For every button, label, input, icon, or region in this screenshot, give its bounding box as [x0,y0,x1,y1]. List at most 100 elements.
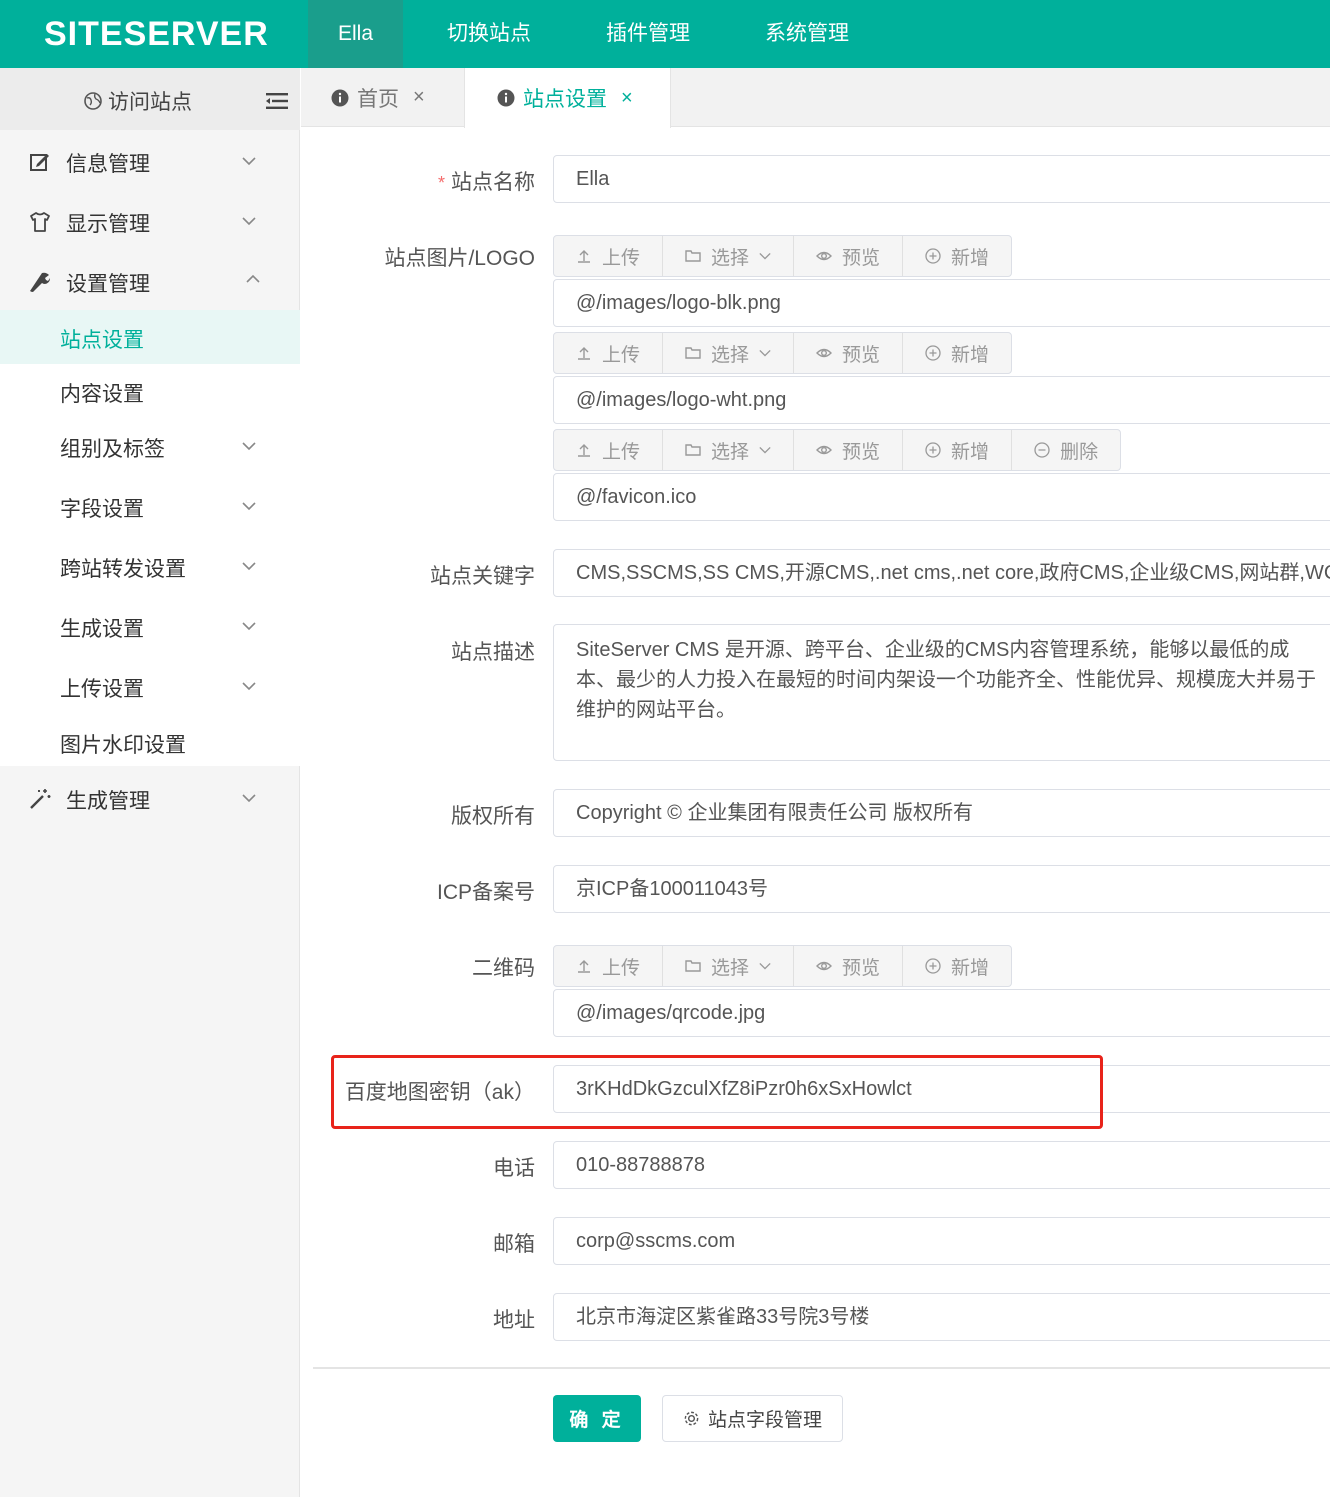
button-label: 选择 [711,247,750,269]
siteserver-logo[interactable]: SITESERVER [44,13,269,55]
site-fields-button[interactable]: 站点字段管理 [662,1395,843,1442]
sidebar-item-cross-site-settings[interactable]: 跨站转发设置 [0,539,300,593]
visit-site-link[interactable]: 访问站点 [84,86,192,116]
upload-button[interactable]: 上传 [554,946,664,986]
logo-path-input-2[interactable]: @/images/logo-wht.png [553,376,1330,424]
phone-input[interactable]: 010-88788878 [553,1141,1330,1189]
chevron-down-icon [759,252,771,260]
nav-switch-site[interactable]: 切换站点 [417,0,561,68]
add-button[interactable]: 新增 [903,236,1011,276]
close-icon[interactable]: × [413,86,425,109]
visit-site-row: 访问站点 [0,68,300,130]
address-input[interactable]: 北京市海淀区紫雀路33号院3号楼 [553,1293,1330,1341]
select-button[interactable]: 选择 [663,236,795,276]
gear-icon [684,1411,699,1426]
folder-icon [685,960,701,972]
preview-button[interactable]: 预览 [794,236,904,276]
button-label: 删除 [1060,441,1099,463]
top-navbar: SITESERVER Ella 切换站点 插件管理 系统管理 [0,0,1330,68]
minus-circle-icon [1034,442,1050,458]
favicon-path-input[interactable]: @/favicon.ico [553,473,1330,521]
delete-button[interactable]: 删除 [1012,430,1120,470]
preview-button[interactable]: 预览 [794,946,904,986]
copyright-label: 版权所有 [451,805,535,828]
email-input[interactable]: corp@sscms.com [553,1217,1330,1265]
plus-circle-icon [925,248,941,264]
button-label: 新增 [951,957,990,979]
chevron-down-icon [759,349,771,357]
sidebar-item-label: 字段设置 [60,498,144,521]
select-button[interactable]: 选择 [663,430,795,470]
sidebar-item-content-settings[interactable]: 内容设置 [0,364,300,418]
magic-wand-icon [30,789,51,809]
upload-button[interactable]: 上传 [554,333,664,373]
button-label: 新增 [951,441,990,463]
sidebar-group-label: 设置管理 [66,273,150,296]
chevron-down-icon [242,442,256,451]
button-label: 上传 [602,957,641,979]
nav-site-ella[interactable]: Ella [308,0,404,68]
site-name-input[interactable]: Ella [553,155,1330,203]
tab-home[interactable]: 首页 × [331,68,425,127]
info-icon [331,89,349,106]
sidebar-group-label: 显示管理 [66,213,150,236]
visit-site-label: 访问站点 [108,91,192,114]
baidu-map-ak-input[interactable]: 3rKHdDkGzculXfZ8iPzr0h6xSxHowlct [553,1065,1330,1113]
required-mark: * [437,173,445,193]
folder-icon [685,444,701,456]
upload-button[interactable]: 上传 [554,430,664,470]
icp-input[interactable]: 京ICP备100011043号 [553,865,1330,913]
chevron-down-icon [242,794,256,803]
sidebar-item-upload-settings[interactable]: 上传设置 [0,659,300,713]
sidebar-group-display-management[interactable]: 显示管理 [0,192,300,252]
upload-icon [578,250,590,263]
button-label: 预览 [842,957,881,979]
upload-icon [578,444,590,457]
sidebar-item-label: 组别及标签 [60,438,165,461]
sidebar-group-info-management[interactable]: 信息管理 [0,132,300,192]
tab-label: 站点设置 [523,88,607,111]
add-button[interactable]: 新增 [903,946,1011,986]
qrcode-path-input[interactable]: @/images/qrcode.jpg [553,989,1330,1037]
address-label: 地址 [493,1309,535,1332]
nav-plugin-management[interactable]: 插件管理 [576,0,720,68]
label-text: 站点名称 [451,171,535,194]
button-label: 上传 [602,247,641,269]
sidebar-item-watermark-settings[interactable]: 图片水印设置 [0,715,300,769]
wrench-icon [30,272,50,292]
select-button[interactable]: 选择 [663,946,795,986]
sidebar-item-label: 上传设置 [60,678,144,701]
sidebar-group-label: 生成管理 [66,790,150,813]
nav-system-management[interactable]: 系统管理 [735,0,879,68]
sidebar-item-site-settings[interactable]: 站点设置 [0,310,300,364]
close-icon[interactable]: × [621,87,633,110]
logo-button-group-3: 上传 选择 预览 新增 删除 [553,429,1122,471]
upload-button[interactable]: 上传 [554,236,664,276]
chevron-down-icon [242,562,256,571]
add-button[interactable]: 新增 [903,430,1013,470]
tab-site-settings[interactable]: 站点设置 × [464,68,671,128]
preview-button[interactable]: 预览 [794,430,904,470]
menu-collapse-icon[interactable] [266,92,288,110]
site-logo-label: 站点图片/LOGO [384,247,535,270]
sidebar-item-field-settings[interactable]: 字段设置 [0,479,300,533]
sidebar-item-label: 生成设置 [60,618,144,641]
eye-icon [816,348,833,358]
sidebar-group-label: 信息管理 [66,153,150,176]
sidebar-item-groups-tags[interactable]: 组别及标签 [0,419,300,473]
button-label: 新增 [951,247,990,269]
description-textarea[interactable]: SiteServer CMS 是开源、跨平台、企业级的CMS内容管理系统，能够以… [553,624,1330,761]
sidebar-group-settings-management[interactable]: 设置管理 [0,252,300,312]
select-button[interactable]: 选择 [663,333,795,373]
submit-button[interactable]: 确 定 [553,1395,641,1442]
sidebar-item-generate-settings[interactable]: 生成设置 [0,599,300,653]
eye-icon [816,251,833,261]
add-button[interactable]: 新增 [903,333,1011,373]
sidebar-group-generate-management[interactable]: 生成管理 [0,769,300,829]
qrcode-button-group: 上传 选择 预览 新增 [553,945,1013,987]
copyright-input[interactable]: Copyright © 企业集团有限责任公司 版权所有 [553,789,1330,837]
logo-path-input-1[interactable]: @/images/logo-blk.png [553,279,1330,327]
button-label: 选择 [711,957,750,979]
keywords-input[interactable]: CMS,SSCMS,SS CMS,开源CMS,.net cms,.net cor… [553,549,1330,597]
preview-button[interactable]: 预览 [794,333,904,373]
